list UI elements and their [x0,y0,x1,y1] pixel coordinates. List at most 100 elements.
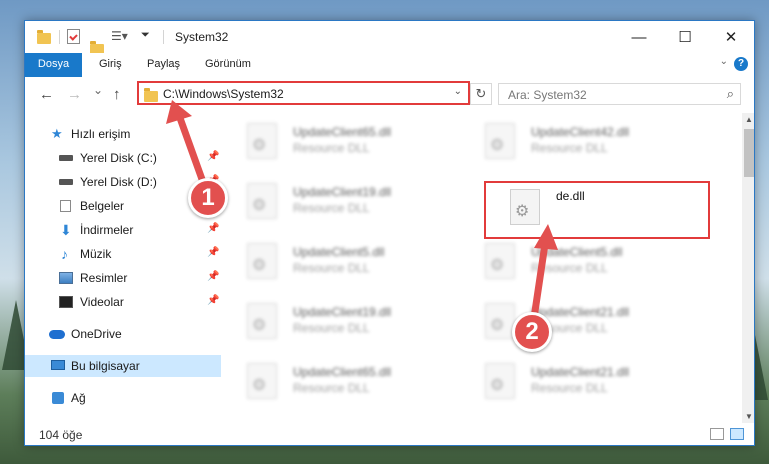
this-pc-icon [51,360,65,370]
file-item[interactable]: ⚙ UpdateClient19.dll Resource DLL [221,179,456,227]
maximize-button[interactable]: ☐ [662,21,708,53]
maximize-icon: ☐ [678,29,692,46]
large-icons-view-icon[interactable] [730,428,744,440]
customize-quick-access-icon[interactable]: ☰▾ [111,29,128,43]
pin-icon[interactable]: 📌 [207,151,219,162]
dll-file-icon: ⚙ [485,123,515,159]
quick-access-dropdown-icon[interactable]: ⏷ [141,29,150,42]
file-item[interactable]: ⚙ UpdateClient42.dll Resource DLL [459,119,694,167]
gear-icon: ⚙ [490,137,505,154]
scrollbar-thumb[interactable] [744,129,754,177]
star-icon: ★ [51,126,63,141]
file-type: Resource DLL [531,261,608,275]
search-input[interactable]: Ara: System32 ⌕ [498,83,741,105]
gear-icon: ⚙ [490,257,505,274]
search-icon: ⌕ [726,86,734,101]
quick-access-separator [59,30,60,44]
sidebar-item-label: OneDrive [71,327,122,341]
refresh-icon: ↻ [475,86,487,101]
help-icon[interactable]: ? [734,57,748,71]
details-view-icon[interactable] [710,428,724,440]
dll-file-icon: ⚙ [247,183,277,219]
sidebar-item-downloads[interactable]: ⬇ İndirmeler 📌 [25,219,221,241]
file-type: Resource DLL [531,141,608,155]
status-bar: 104 öğe [25,423,754,445]
tab-view[interactable]: Görünüm [193,53,263,75]
close-button[interactable]: ✕ [708,21,754,53]
minimize-button[interactable]: — [616,21,662,53]
pin-icon[interactable]: 📌 [207,271,219,282]
sidebar-item-label: Hızlı erişim [71,127,131,141]
dll-file-icon: ⚙ [485,243,515,279]
sidebar-item-label: Yerel Disk (C:) [80,151,157,165]
vertical-scrollbar[interactable]: ▲ ▼ [742,113,754,423]
documents-icon [60,200,71,212]
scroll-up-icon[interactable]: ▲ [745,115,753,124]
scroll-down-icon[interactable]: ▼ [745,412,753,421]
search-placeholder: Ara: System32 [508,88,587,102]
de-dll-highlight-box [484,181,710,239]
dll-file-icon: ⚙ [485,303,515,339]
file-list: ⚙ UpdateClient65.dll Resource DLL ⚙ Upda… [221,113,742,423]
navigation-bar: ← → ⌄ ↑ C:\Windows\System32 ⌄ ↻ Ara: Sys… [25,77,754,113]
pin-icon[interactable]: 📌 [207,223,219,234]
file-name: UpdateClient5.dll [531,245,623,259]
file-item[interactable]: ⚙ UpdateClient21.dll Resource DLL [459,299,694,347]
file-name: UpdateClient21.dll [531,365,630,379]
downloads-icon: ⬇ [60,222,72,238]
pin-icon[interactable]: 📌 [207,295,219,306]
sidebar-item-quick-access[interactable]: ★ Hızlı erişim [25,123,221,145]
file-item[interactable]: ⚙ UpdateClient19.dll Resource DLL [221,299,456,347]
back-arrow-icon[interactable]: ← [39,86,54,103]
pin-icon[interactable]: 📌 [207,247,219,258]
item-count: 104 öğe [39,428,83,442]
dll-file-icon: ⚙ [247,363,277,399]
gear-icon: ⚙ [252,137,267,154]
step2-badge: 2 [512,312,552,352]
tab-share[interactable]: Paylaş [135,53,192,75]
gear-icon: ⚙ [490,377,505,394]
file-type: Resource DLL [531,381,608,395]
minimize-icon: — [631,28,647,46]
disk-icon [59,179,73,185]
sidebar-item-videos[interactable]: Videolar 📌 [25,291,221,313]
chevron-down-icon[interactable]: ⌄ [454,86,462,97]
file-name: UpdateClient19.dll [293,305,392,319]
title-bar: ☰▾ ⏷ System32 — ☐ ✕ [25,21,754,55]
sidebar-item-music[interactable]: ♪ Müzik 📌 [25,243,221,265]
file-item[interactable]: ⚙ UpdateClient5.dll Resource DLL [459,239,694,287]
sidebar-item-network[interactable]: Ağ [25,387,221,409]
file-name: UpdateClient5.dll [293,245,385,259]
file-name: UpdateClient65.dll [293,125,392,139]
chevron-down-icon[interactable]: ⌄ [720,56,728,67]
sidebar-item-label: Yerel Disk (D:) [80,175,157,189]
file-item[interactable]: ⚙ UpdateClient5.dll Resource DLL [221,239,456,287]
gear-icon: ⚙ [252,317,267,334]
file-item[interactable]: ⚙ UpdateClient65.dll Resource DLL [221,119,456,167]
tab-home[interactable]: Giriş [87,53,134,75]
sidebar-item-label: Ağ [71,391,86,405]
sidebar-item-disk-c[interactable]: Yerel Disk (C:) 📌 [25,147,221,169]
sidebar-item-onedrive[interactable]: OneDrive [25,323,221,345]
sidebar-item-label: Bu bilgisayar [71,359,140,373]
gear-icon: ⚙ [252,377,267,394]
file-item[interactable]: ⚙ UpdateClient65.dll Resource DLL [221,359,456,407]
forward-arrow-icon[interactable]: → [67,86,82,103]
properties-icon[interactable] [67,29,80,44]
file-type: Resource DLL [293,201,370,215]
window-title: System32 [175,30,229,44]
folder-icon [144,88,158,102]
address-bar[interactable]: C:\Windows\System32 ⌄ [137,81,470,105]
videos-icon [59,296,73,308]
gear-icon: ⚙ [252,197,267,214]
sidebar-item-pictures[interactable]: Resimler 📌 [25,267,221,289]
dll-file-icon: ⚙ [247,123,277,159]
disk-icon [59,155,73,161]
gear-icon: ⚙ [252,257,267,274]
gear-icon: ⚙ [490,317,505,334]
refresh-button[interactable]: ↻ [470,83,492,105]
file-item[interactable]: ⚙ UpdateClient21.dll Resource DLL [459,359,694,407]
up-arrow-icon[interactable]: ↑ [113,86,121,103]
sidebar-item-this-pc[interactable]: Bu bilgisayar [25,355,221,377]
recent-locations-icon[interactable]: ⌄ [93,83,103,97]
